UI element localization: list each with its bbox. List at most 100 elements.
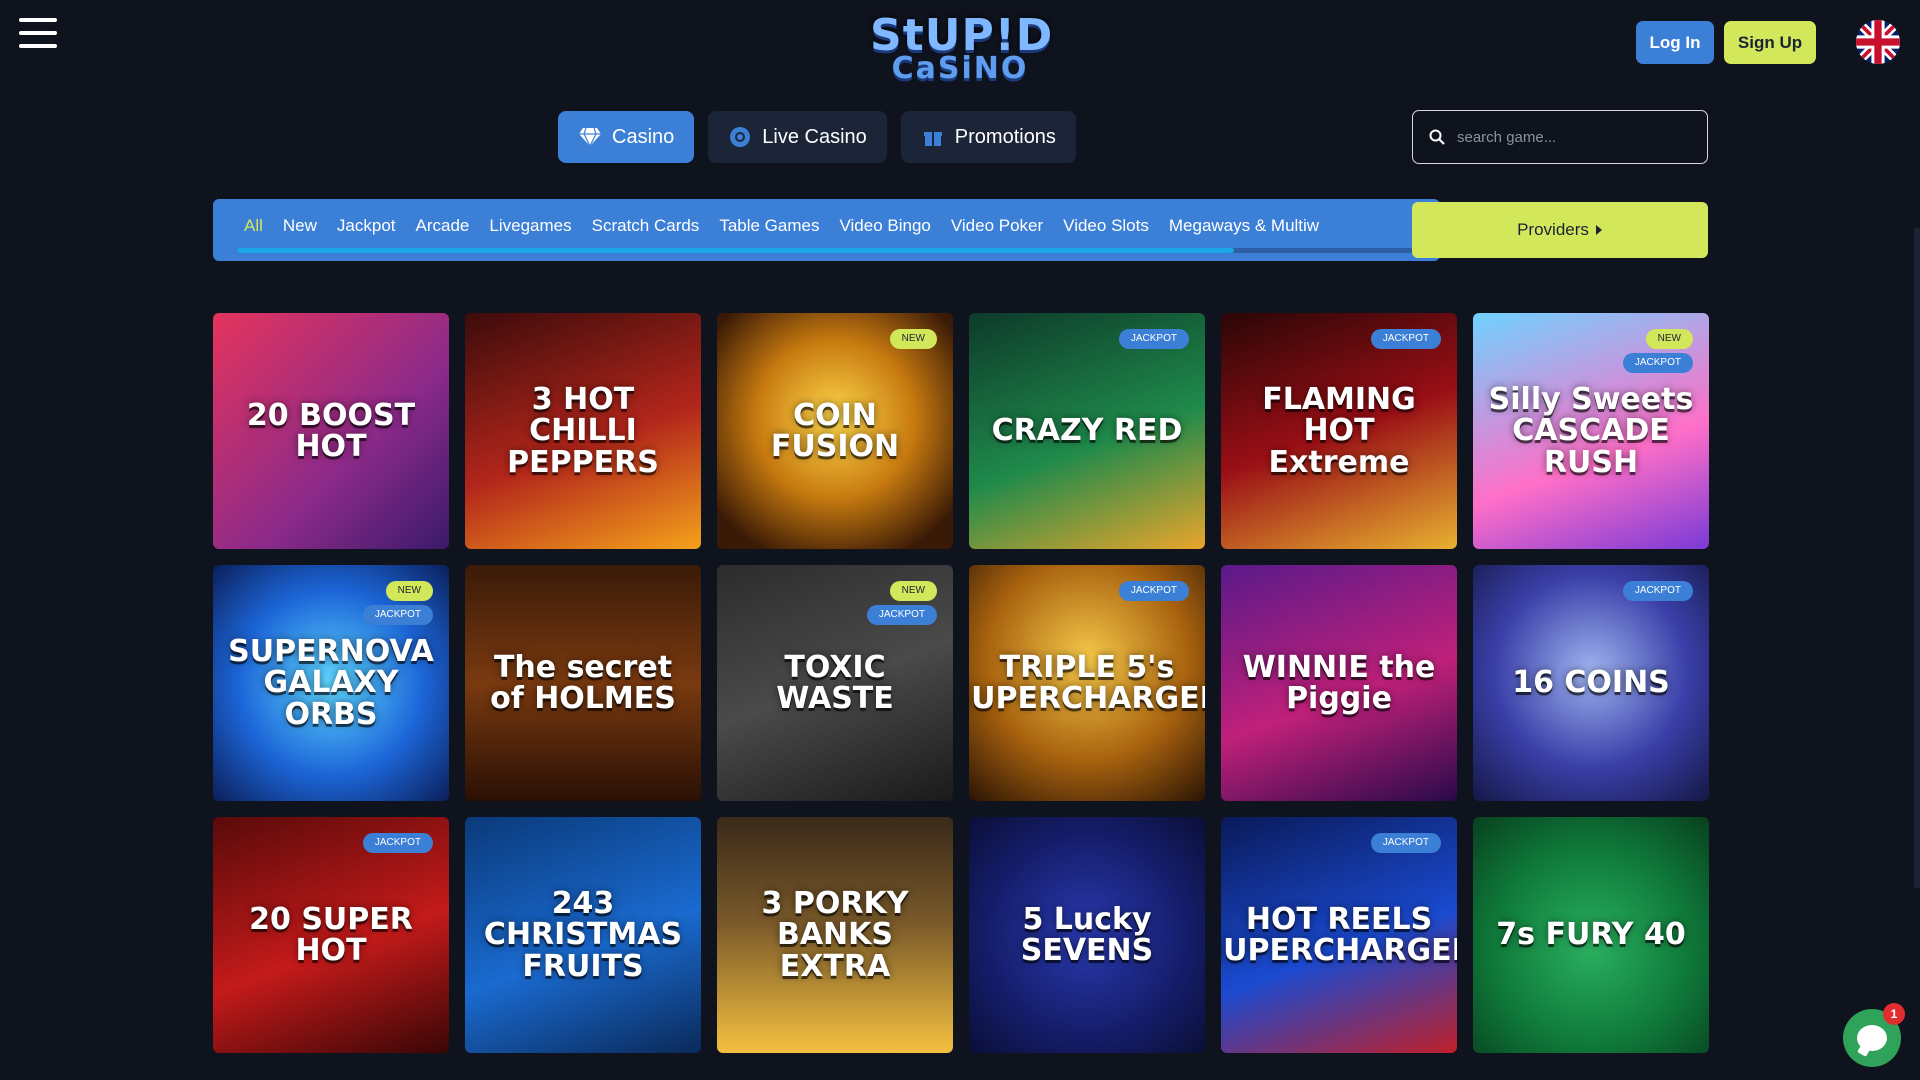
- site-logo[interactable]: StUP!D CaSiNO: [870, 14, 1052, 94]
- game-tile[interactable]: SUPERNOVA GALAXY ORBS NEW JACKPOT: [213, 565, 449, 801]
- game-tile[interactable]: 3 HOT CHILLI PEPPERS: [465, 313, 701, 549]
- game-tile[interactable]: WINNIE the Piggie: [1221, 565, 1457, 801]
- menu-icon[interactable]: [19, 18, 57, 48]
- game-tile[interactable]: HOT REELS SUPERCHARGED JACKPOT: [1221, 817, 1457, 1053]
- game-title: TOXIC WASTE: [776, 649, 894, 716]
- game-badges: JACKPOT: [1370, 329, 1441, 349]
- category-table-games[interactable]: Table Games: [719, 216, 819, 236]
- jackpot-badge: JACKPOT: [362, 833, 433, 853]
- game-badges: NEW: [889, 329, 937, 349]
- tab-live-casino-label: Live Casino: [762, 125, 867, 148]
- chat-notification-badge: 1: [1883, 1003, 1905, 1025]
- category-video-bingo[interactable]: Video Bingo: [839, 216, 930, 236]
- tab-promotions-label: Promotions: [954, 125, 1056, 148]
- game-title: Silly Sweets CASCADE RUSH: [1488, 381, 1694, 480]
- category-scratch-cards[interactable]: Scratch Cards: [592, 216, 700, 236]
- jackpot-badge: JACKPOT: [1118, 329, 1189, 349]
- category-jackpot[interactable]: Jackpot: [337, 216, 396, 236]
- tab-promotions[interactable]: Promotions: [900, 111, 1076, 163]
- category-list: All New Jackpot Arcade Livegames Scratch…: [213, 199, 1440, 236]
- diamond-icon: [578, 125, 602, 149]
- category-livegames[interactable]: Livegames: [489, 216, 571, 236]
- tab-casino-label: Casino: [612, 125, 675, 148]
- game-tile[interactable]: 20 BOOST HOT: [213, 313, 449, 549]
- game-title: The secret of HOLMES: [490, 649, 676, 716]
- jackpot-badge: JACKPOT: [866, 605, 937, 625]
- game-title: COIN FUSION: [770, 397, 900, 464]
- jackpot-badge: JACKPOT: [1622, 353, 1693, 373]
- chat-button[interactable]: 1: [1843, 1003, 1905, 1067]
- page-scrollbar[interactable]: [1914, 228, 1920, 888]
- gift-icon: [921, 125, 945, 149]
- new-badge: NEW: [385, 581, 433, 601]
- logo-line2: CaSiNO: [891, 51, 1029, 86]
- game-tile[interactable]: 243 CHRISTMAS FRUITS: [465, 817, 701, 1053]
- category-new[interactable]: New: [283, 216, 317, 236]
- jackpot-badge: JACKPOT: [1370, 329, 1441, 349]
- game-tile[interactable]: FLAMING HOT Extreme JACKPOT: [1221, 313, 1457, 549]
- login-button[interactable]: Log In: [1636, 21, 1714, 64]
- game-tile[interactable]: 7s FURY 40: [1473, 817, 1709, 1053]
- game-tile[interactable]: TOXIC WASTE NEW JACKPOT: [717, 565, 953, 801]
- game-title: 3 PORKY BANKS EXTRA: [761, 885, 909, 984]
- jackpot-badge: JACKPOT: [1622, 581, 1693, 601]
- game-badges: NEW JACKPOT: [362, 581, 433, 625]
- game-badges: NEW JACKPOT: [1622, 329, 1693, 373]
- game-title: 5 Lucky SEVENS: [1020, 901, 1154, 968]
- game-title: 3 HOT CHILLI PEPPERS: [507, 381, 659, 480]
- game-grid: 20 BOOST HOT 3 HOT CHILLI PEPPERS COIN FUS…: [213, 313, 1709, 1053]
- jackpot-badge: JACKPOT: [1118, 581, 1189, 601]
- category-all[interactable]: All: [244, 216, 263, 236]
- game-tile[interactable]: 5 Lucky SEVENS: [969, 817, 1205, 1053]
- chat-bubble-icon: [1857, 1025, 1887, 1051]
- game-badges: JACKPOT: [1118, 329, 1189, 349]
- providers-button[interactable]: Providers: [1412, 202, 1708, 258]
- game-title: FLAMING HOT Extreme: [1262, 381, 1416, 480]
- game-title: 16 COINS: [1512, 665, 1670, 701]
- game-badges: NEW JACKPOT: [866, 581, 937, 625]
- category-bar: All New Jackpot Arcade Livegames Scratch…: [213, 199, 1440, 261]
- game-title: CRAZY RED: [991, 413, 1183, 449]
- game-badges: JACKPOT: [1370, 833, 1441, 853]
- category-video-slots[interactable]: Video Slots: [1063, 216, 1149, 236]
- category-arcade[interactable]: Arcade: [416, 216, 470, 236]
- main-nav: Casino Live Casino Promotions: [558, 111, 1076, 163]
- game-title: SUPERNOVA GALAXY ORBS: [228, 633, 434, 732]
- category-scroll-thumb[interactable]: [237, 248, 1234, 253]
- tab-live-casino[interactable]: Live Casino: [708, 111, 887, 163]
- new-badge: NEW: [889, 329, 937, 349]
- category-megaways[interactable]: Megaways & Multiw: [1169, 216, 1319, 236]
- game-badges: JACKPOT: [1622, 581, 1693, 601]
- game-title: TRIPLE 5's SUPERCHARGED: [969, 649, 1205, 716]
- search-box[interactable]: [1412, 110, 1708, 164]
- jackpot-badge: JACKPOT: [1370, 833, 1441, 853]
- signup-button[interactable]: Sign Up: [1724, 21, 1816, 64]
- game-title: HOT REELS SUPERCHARGED: [1221, 901, 1457, 968]
- caret-right-icon: [1595, 225, 1602, 235]
- game-title: 243 CHRISTMAS FRUITS: [483, 885, 683, 984]
- game-title: 7s FURY 40: [1496, 917, 1686, 953]
- game-title: 20 BOOST HOT: [246, 397, 416, 464]
- game-badges: JACKPOT: [1118, 581, 1189, 601]
- uk-flag-icon[interactable]: [1856, 20, 1900, 64]
- jackpot-badge: JACKPOT: [362, 605, 433, 625]
- providers-label: Providers: [1517, 220, 1589, 239]
- game-tile[interactable]: TRIPLE 5's SUPERCHARGED JACKPOT: [969, 565, 1205, 801]
- game-tile[interactable]: 16 COINS JACKPOT: [1473, 565, 1709, 801]
- game-tile[interactable]: COIN FUSION NEW: [717, 313, 953, 549]
- poker-chip-icon: [728, 125, 752, 149]
- game-tile[interactable]: The secret of HOLMES: [465, 565, 701, 801]
- game-tile[interactable]: 20 SUPER HOT JACKPOT: [213, 817, 449, 1053]
- game-tile[interactable]: CRAZY RED JACKPOT: [969, 313, 1205, 549]
- game-tile[interactable]: Silly Sweets CASCADE RUSH NEW JACKPOT: [1473, 313, 1709, 549]
- new-badge: NEW: [889, 581, 937, 601]
- category-video-poker[interactable]: Video Poker: [951, 216, 1043, 236]
- game-title: WINNIE the Piggie: [1242, 649, 1436, 716]
- search-icon: [1429, 129, 1445, 145]
- game-tile[interactable]: 3 PORKY BANKS EXTRA: [717, 817, 953, 1053]
- game-badges: JACKPOT: [362, 833, 433, 853]
- game-title: 20 SUPER HOT: [249, 901, 413, 968]
- new-badge: NEW: [1645, 329, 1693, 349]
- search-input[interactable]: [1457, 128, 1687, 146]
- tab-casino[interactable]: Casino: [558, 111, 695, 163]
